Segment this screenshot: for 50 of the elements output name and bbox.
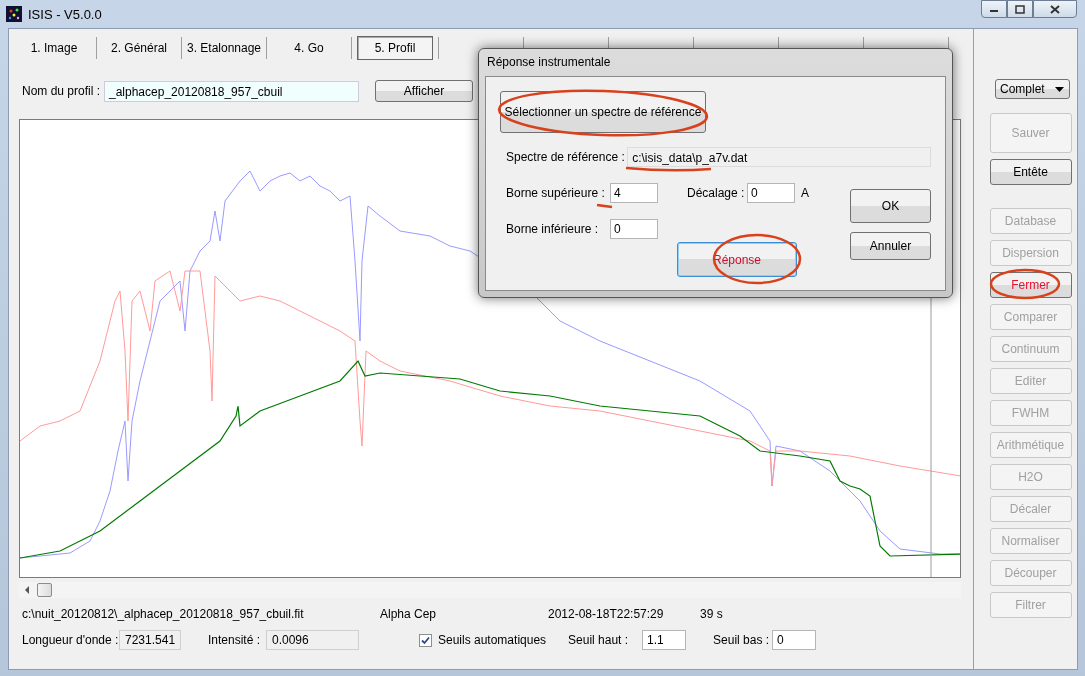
field-label: Seuil haut :	[568, 633, 630, 647]
field-label: Borne supérieure :	[505, 186, 606, 200]
caret-icon	[1055, 86, 1064, 92]
annotation-ellipse	[989, 268, 1061, 300]
lower-threshold-field[interactable]: 0	[772, 630, 817, 650]
unit-label: A	[800, 186, 810, 200]
upper-bound-field[interactable]: 4	[610, 183, 658, 203]
ok-button[interactable]: OK	[850, 189, 931, 223]
checkbox-label[interactable]: Seuils automatiques	[438, 633, 547, 647]
window-title: ISIS - V5.0.0	[28, 6, 102, 22]
scroll-thumb[interactable]	[37, 583, 52, 597]
scroll-left-icon[interactable]	[23, 586, 31, 594]
maximize-icon	[1015, 4, 1025, 14]
object-name: Alpha Cep	[380, 607, 438, 621]
maximize-button[interactable]	[1007, 0, 1033, 18]
close-icon	[1050, 4, 1060, 14]
dialog-title: Réponse instrumentale	[486, 54, 612, 71]
close-button[interactable]	[1033, 0, 1077, 18]
profile-name-field[interactable]: _alphacep_20120818_957_cbuil	[104, 80, 359, 102]
date-time: 2012-08-18T22:57:29	[548, 607, 665, 621]
tab[interactable]: 4. Go	[270, 37, 348, 59]
intensity-field: 0.0096	[266, 630, 359, 650]
app-icon	[6, 6, 22, 22]
lower-bound-field[interactable]: 0	[610, 219, 658, 239]
tab[interactable]: 5. Profil	[357, 36, 433, 60]
field-label: Nom du profil :	[22, 84, 102, 98]
field-label: Intensité :	[208, 633, 262, 647]
minimize-button[interactable]	[981, 0, 1007, 18]
select-reference-button[interactable]: Sélectionner un spectre de référence	[500, 91, 706, 133]
field-label: Longueur d'onde :	[22, 633, 119, 647]
tab[interactable]: 3. Etalonnage	[185, 37, 263, 59]
horizontal-scrollbar[interactable]	[19, 582, 961, 598]
tab[interactable]: 1. Image	[15, 37, 93, 59]
view-dropdown[interactable]: Complet	[995, 79, 1070, 99]
annotation-underline	[596, 203, 613, 209]
annuler-button[interactable]: Annuler	[850, 232, 931, 260]
exposure-time: 39 s	[700, 607, 723, 621]
file-path: c:\nuit_20120812\_alphacep_20120818_957_cbuil.fit	[22, 607, 305, 621]
reference-path-field[interactable]: c:\isis_data\p_a7v.dat	[627, 147, 931, 167]
field-label: Décalage :	[687, 186, 746, 200]
shift-field[interactable]: 0	[747, 183, 795, 203]
field-label: Seuil bas :	[713, 633, 771, 647]
display-button[interactable]: Afficher	[375, 80, 473, 102]
checkbox[interactable]	[419, 633, 432, 647]
field-label: Spectre de référence :	[505, 150, 626, 164]
wavelength-field: 7231.541	[119, 630, 181, 650]
tab[interactable]: 2. Général	[100, 37, 178, 59]
upper-threshold-field[interactable]: 1.1	[642, 630, 687, 650]
side-button[interactable]: Entête	[989, 159, 1072, 185]
field-label: Borne inférieure :	[505, 222, 600, 236]
